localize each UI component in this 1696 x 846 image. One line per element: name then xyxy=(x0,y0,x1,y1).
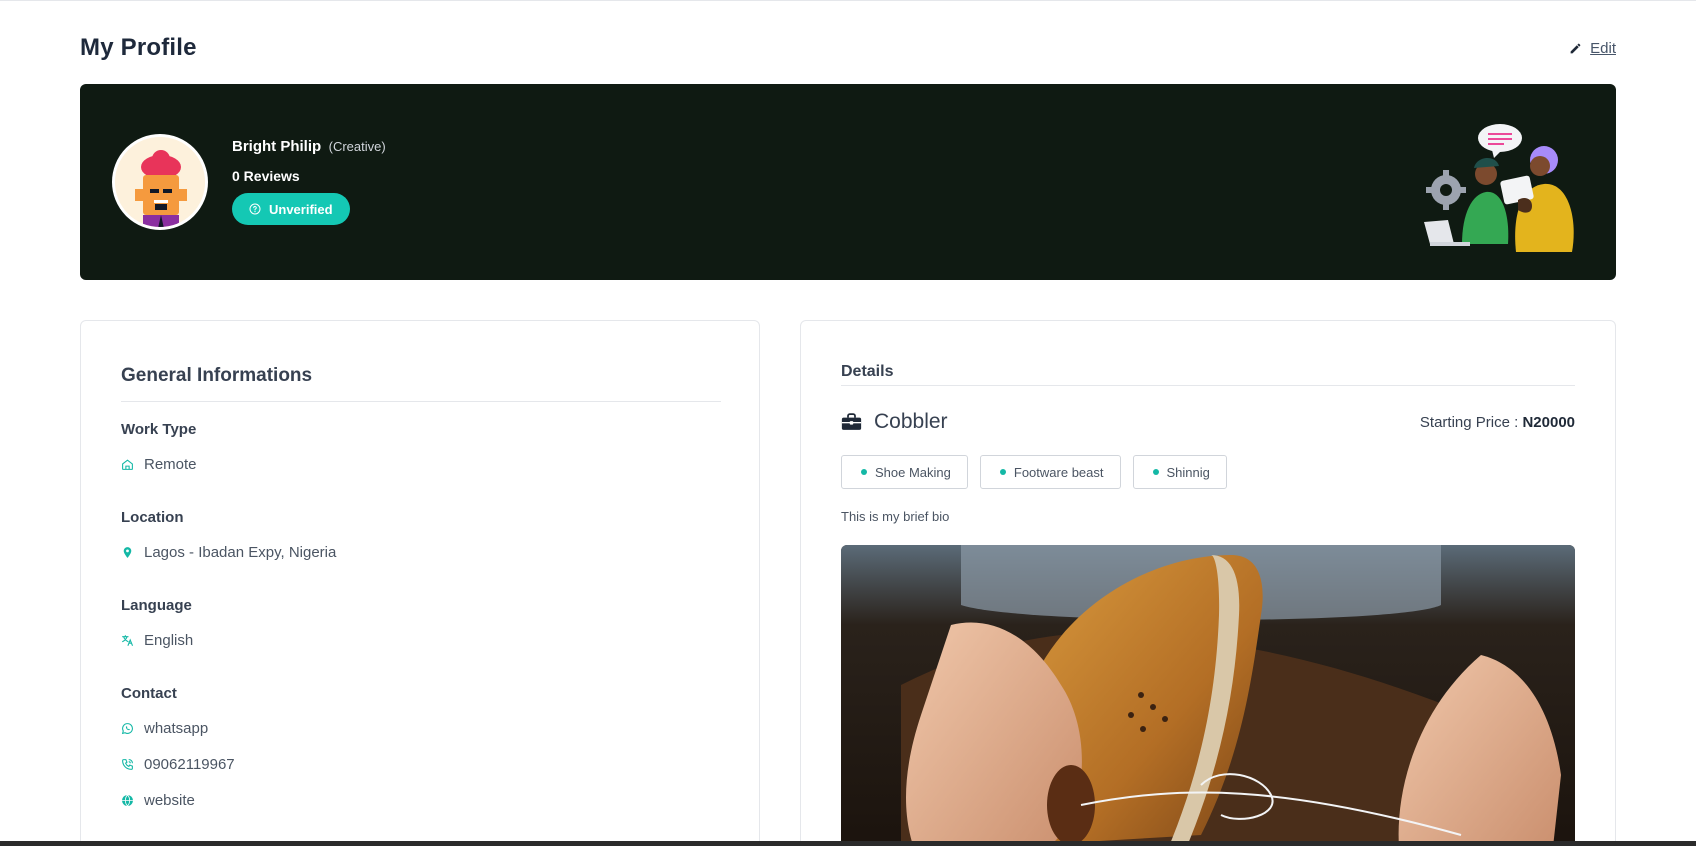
contact-label: Contact xyxy=(121,685,177,702)
work-type-value: Remote xyxy=(144,456,197,473)
language-label: Language xyxy=(121,597,192,614)
contact-phone: 09062119967 xyxy=(144,756,235,773)
map-pin-icon xyxy=(123,547,132,558)
page-title: My Profile xyxy=(80,34,197,61)
contact-whatsapp-row[interactable]: whatsapp xyxy=(121,720,208,737)
skill-tag: Footware beast xyxy=(979,455,1121,489)
contact-website: website xyxy=(144,792,195,809)
user-name: Bright Philip xyxy=(232,138,322,155)
profile-banner: Bright Philip (Creative) 0 Reviews Unver… xyxy=(80,84,1616,280)
location-label: Location xyxy=(121,509,184,526)
whatsapp-icon xyxy=(121,723,133,735)
skill-tag: Shoe Making xyxy=(841,455,968,489)
question-circle-icon xyxy=(249,203,261,215)
bio-text: This is my brief bio xyxy=(841,509,950,524)
tag-dot xyxy=(999,469,1006,475)
location-row: Lagos - Ibadan Expy, Nigeria xyxy=(121,544,336,561)
general-info-card: General Informations Work Type Remote Lo… xyxy=(80,320,760,846)
phone-icon xyxy=(122,759,133,770)
bottom-bar xyxy=(0,841,1696,846)
general-info-title: General Informations xyxy=(121,365,313,386)
tag-label: Footware beast xyxy=(1013,464,1104,480)
details-title: Details xyxy=(841,363,894,380)
cobbler-photo-illustration xyxy=(841,545,1575,846)
avatar xyxy=(112,134,208,230)
top-border xyxy=(0,0,1696,1)
profile-info: Bright Philip (Creative) 0 Reviews Unver… xyxy=(232,138,386,225)
translate-icon xyxy=(122,635,133,646)
tag-dot xyxy=(1152,469,1159,475)
globe-icon xyxy=(122,794,133,807)
service-name: Cobbler xyxy=(841,410,948,434)
service-title: Cobbler xyxy=(874,410,948,433)
avatar-illustration xyxy=(115,137,205,227)
team-illustration xyxy=(1424,124,1574,252)
contact-phone-row[interactable]: 09062119967 xyxy=(121,756,235,773)
home-icon xyxy=(122,459,133,470)
page-header: My Profile Edit xyxy=(80,30,1616,66)
status-label: Unverified xyxy=(269,201,333,217)
skill-tag: Shinnig xyxy=(1132,455,1227,489)
service-photo xyxy=(841,545,1575,846)
language-value: English xyxy=(144,632,194,649)
pencil-icon xyxy=(1570,43,1581,53)
price-label: Starting Price : xyxy=(1419,413,1523,431)
user-role: (Creative) xyxy=(328,139,386,154)
status-badge: Unverified xyxy=(232,193,350,225)
contact-website-row[interactable]: website xyxy=(121,792,195,809)
contact-whatsapp: whatsapp xyxy=(144,720,209,737)
service-row: Cobbler Starting Price : N20000 xyxy=(841,409,1575,435)
edit-label: Edit xyxy=(1590,39,1616,57)
work-type-row: Remote xyxy=(121,456,197,473)
briefcase-icon xyxy=(841,413,862,430)
tag-label: Shinnig xyxy=(1166,464,1210,480)
price-value: N20000 xyxy=(1522,413,1575,431)
edit-link[interactable]: Edit xyxy=(1569,40,1616,57)
language-row: English xyxy=(121,632,193,649)
section-divider xyxy=(121,401,721,402)
work-type-label: Work Type xyxy=(121,421,197,438)
user-name-line: Bright Philip (Creative) xyxy=(232,138,386,156)
tag-label: Shoe Making xyxy=(875,464,951,480)
starting-price: Starting Price : N20000 xyxy=(1420,414,1575,431)
location-value: Lagos - Ibadan Expy, Nigeria xyxy=(144,544,337,561)
skill-tags: Shoe Making Footware beast Shinnig xyxy=(841,455,1227,489)
reviews-count: 0 Reviews xyxy=(232,168,300,184)
details-card: Details Cobbler Starting Price : N20000 … xyxy=(800,320,1616,846)
details-divider xyxy=(841,385,1575,386)
tag-dot xyxy=(861,469,867,475)
